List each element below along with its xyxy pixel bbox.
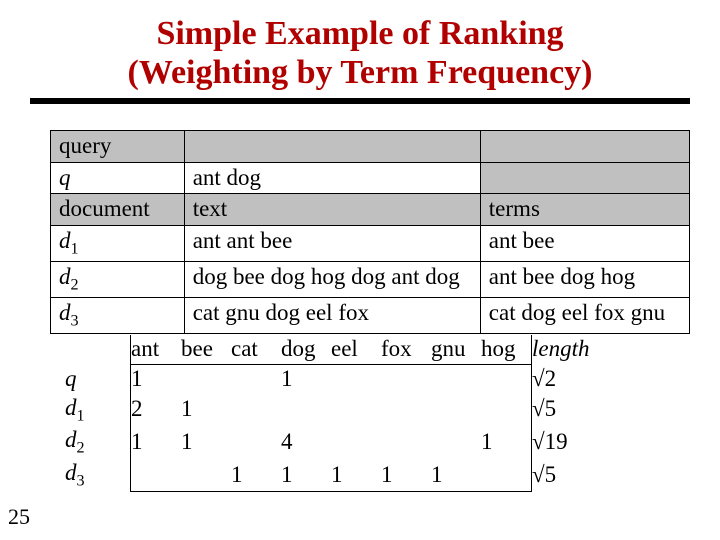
cell-d1-text: ant ant bee	[184, 225, 480, 261]
cell-terms-header: terms	[480, 194, 689, 226]
tf-cell	[231, 426, 281, 459]
tf-row-label: d3	[65, 459, 131, 492]
cell-d3-label: d3	[51, 297, 185, 333]
tf-row-d2: d2 1 1 4 1 √19	[65, 426, 612, 459]
page-number: 25	[8, 504, 30, 530]
tf-cell	[231, 364, 281, 393]
tf-cell: 1	[381, 459, 431, 492]
tf-cell	[431, 394, 481, 427]
tf-cell	[381, 426, 431, 459]
tf-header: gnu	[431, 335, 481, 364]
tf-cell	[181, 364, 231, 393]
tf-cell: 1	[281, 459, 331, 492]
cell-d1-terms: ant bee	[480, 225, 689, 261]
cell-empty	[480, 131, 689, 163]
cell-document-label: document	[51, 194, 185, 226]
documents-table: query q ant dog document text terms d1 a…	[50, 130, 690, 334]
cell-d3-terms: cat dog eel fox gnu	[480, 297, 689, 333]
tf-header: eel	[331, 335, 381, 364]
tf-cell	[481, 459, 532, 492]
tf-cell: 1	[431, 459, 481, 492]
cell-empty	[184, 131, 480, 163]
tf-cell	[431, 364, 481, 393]
tf-header: ant	[131, 335, 182, 364]
tf-header: dog	[281, 335, 331, 364]
tf-header-row: ant bee cat dog eel fox gnu hog length	[65, 335, 612, 364]
tf-cell	[131, 459, 182, 492]
title-underline	[30, 98, 690, 104]
cell-d2-label: d2	[51, 261, 185, 297]
tf-cell	[481, 394, 532, 427]
cell-d1-label: d1	[51, 225, 185, 261]
tf-row-q: q 1 1 √2	[65, 364, 612, 393]
tf-cell: 1	[281, 364, 331, 393]
tf-cell: 1	[181, 426, 231, 459]
tf-cell	[481, 364, 532, 393]
cell-d3-text: cat gnu dog eel fox	[184, 297, 480, 333]
cell-query-label: query	[51, 131, 185, 163]
tf-cell	[231, 394, 281, 427]
tf-header: hog	[481, 335, 532, 364]
tf-matrix: ant bee cat dog eel fox gnu hog length q…	[65, 335, 612, 492]
tf-cell	[381, 394, 431, 427]
tf-row-label: d1	[65, 394, 131, 427]
tf-cell	[331, 394, 381, 427]
tf-cell: 1	[481, 426, 532, 459]
title-line2: (Weighting by Term Frequency)	[128, 54, 593, 91]
tf-row-label: d2	[65, 426, 131, 459]
tf-length-header: length	[532, 335, 613, 364]
tf-length: √19	[532, 426, 613, 459]
tf-cell	[431, 426, 481, 459]
slide-title: Simple Example of Ranking (Weighting by …	[0, 0, 720, 92]
tf-cell: 2	[131, 394, 182, 427]
tf-cell	[381, 364, 431, 393]
tf-header: bee	[181, 335, 231, 364]
tf-length: √5	[532, 459, 613, 492]
tf-cell: 1	[231, 459, 281, 492]
tf-row-d3: d3 1 1 1 1 1 √5	[65, 459, 612, 492]
tf-cell: 1	[131, 426, 182, 459]
cell-q-label: q	[51, 162, 185, 194]
tf-length: √2	[532, 364, 613, 393]
cell-d2-text: dog bee dog hog dog ant dog	[184, 261, 480, 297]
tf-header: cat	[231, 335, 281, 364]
tf-cell	[281, 394, 331, 427]
cell-d2-terms: ant bee dog hog	[480, 261, 689, 297]
title-line1: Simple Example of Ranking	[156, 15, 563, 52]
tf-cell: 4	[281, 426, 331, 459]
tf-cell	[331, 364, 381, 393]
tf-cell: 1	[181, 394, 231, 427]
tf-cell: 1	[131, 364, 182, 393]
tf-cell	[331, 426, 381, 459]
tf-header: fox	[381, 335, 431, 364]
tf-cell: 1	[331, 459, 381, 492]
tf-cell	[181, 459, 231, 492]
cell-q-text: ant dog	[184, 162, 480, 194]
tf-row-d1: d1 2 1 √5	[65, 394, 612, 427]
tf-length: √5	[532, 394, 613, 427]
cell-empty	[480, 162, 689, 194]
tf-row-label: q	[65, 364, 131, 393]
cell-text-header: text	[184, 194, 480, 226]
